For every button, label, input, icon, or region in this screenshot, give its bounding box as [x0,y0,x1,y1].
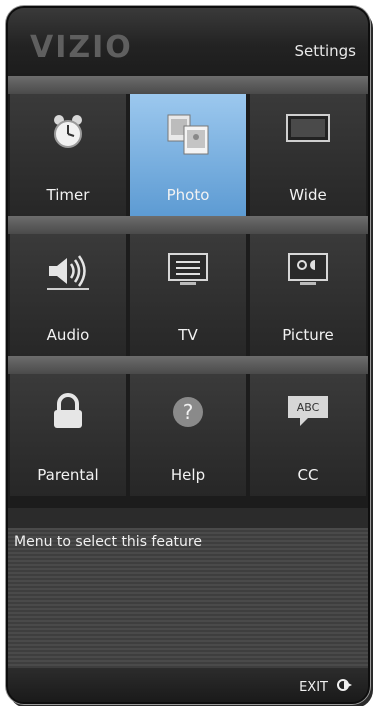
photo-icon [130,112,246,156]
tile-label: Audio [46,326,90,344]
header: VIZIO Settings [8,8,368,76]
tile-tv[interactable]: TV [130,234,246,356]
row-separator [8,216,368,234]
tile-label: TV [178,326,198,344]
tile-timer[interactable]: Timer [10,94,126,216]
settings-panel: VIZIO Settings Timer Photo Wide Audio TV… [6,6,370,704]
svg-text:?: ? [183,400,194,424]
lock-icon [10,392,126,432]
tile-label: Photo [166,186,210,204]
exit-icon [336,678,354,696]
tile-audio[interactable]: Audio [10,234,126,356]
tile-picture[interactable]: Picture [250,234,366,356]
tile-label: Help [170,466,206,484]
exit-button[interactable]: EXIT [299,678,354,696]
tile-parental[interactable]: Parental [10,374,126,496]
svg-text:ABC: ABC [297,401,320,414]
tv-settings-icon [130,252,246,286]
exit-label: EXIT [299,679,328,695]
row-separator [8,508,368,528]
speaker-icon [10,252,126,292]
info-text: Menu to select this feature [14,534,202,550]
row-separator [8,76,368,94]
tile-label: CC [297,466,319,484]
tile-label: Parental [37,466,99,484]
widescreen-icon [250,112,366,146]
closed-caption-icon: ABC [250,392,366,432]
help-icon: ? [130,392,246,432]
picture-settings-icon [250,252,366,286]
tile-label: Timer [46,186,90,204]
tile-help[interactable]: ? Help [130,374,246,496]
alarm-clock-icon [10,112,126,152]
page-title: Settings [294,42,356,60]
row-separator [8,356,368,374]
tile-label: Wide [289,186,327,204]
tile-cc[interactable]: ABC CC [250,374,366,496]
tile-label: Picture [282,326,334,344]
info-panel: Menu to select this feature [8,528,368,668]
tile-photo[interactable]: Photo [130,94,246,216]
footer: EXIT [8,668,368,702]
brand-logo: VIZIO [30,30,133,65]
tile-wide[interactable]: Wide [250,94,366,216]
